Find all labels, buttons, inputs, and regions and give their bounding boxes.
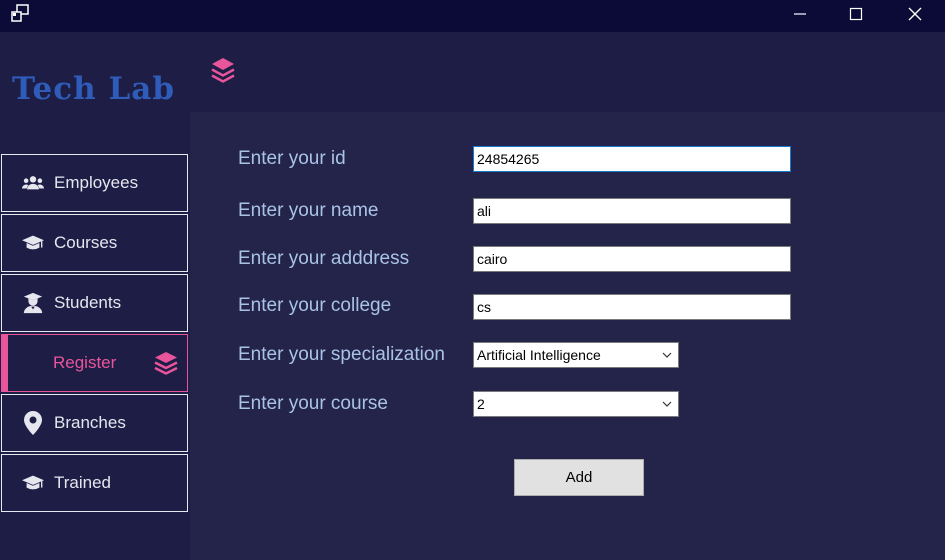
address-label: Enter your adddress (238, 248, 410, 269)
close-icon (908, 7, 922, 21)
college-input[interactable] (473, 294, 791, 320)
graduation-cap-icon (22, 472, 44, 494)
logo: Tech Lab (12, 71, 175, 107)
sidebar-item-label: Register (53, 353, 117, 372)
layers-icon (154, 352, 178, 375)
specialization-label: Enter your specialization (238, 344, 445, 365)
maximize-icon (849, 7, 863, 21)
app-icon (11, 4, 29, 22)
sidebar-item-label: Courses (54, 233, 118, 252)
layers-icon (211, 58, 235, 83)
id-label: Enter your id (238, 148, 346, 169)
course-label: Enter your course (238, 393, 388, 414)
sidebar-item-label: Students (54, 293, 122, 312)
title-bar (0, 0, 945, 32)
chevron-down-icon (662, 401, 672, 407)
location-pin-icon (22, 411, 44, 435)
graduation-cap-icon (22, 232, 44, 254)
header (190, 32, 945, 112)
close-button[interactable] (885, 0, 945, 28)
id-input[interactable] (473, 146, 791, 172)
sidebar-item-register[interactable]: Register (1, 334, 188, 392)
sidebar-item-students[interactable]: Students (1, 274, 188, 332)
specialization-select[interactable]: Artificial Intelligence (473, 342, 679, 368)
sidebar-item-trained[interactable]: Trained (1, 454, 188, 512)
sidebar-item-courses[interactable]: Courses (1, 214, 188, 272)
course-value: 2 (477, 396, 485, 412)
specialization-value: Artificial Intelligence (477, 347, 601, 363)
student-icon (22, 292, 44, 314)
users-icon (22, 172, 44, 194)
active-indicator (2, 335, 8, 391)
minimize-icon (794, 13, 806, 15)
college-label: Enter your college (238, 295, 392, 316)
chevron-down-icon (662, 352, 672, 358)
sidebar-item-label: Trained (54, 473, 112, 492)
add-button[interactable]: Add (514, 459, 644, 496)
name-label: Enter your name (238, 200, 379, 221)
sidebar-item-label: Branches (54, 413, 126, 432)
minimize-button[interactable] (770, 0, 830, 28)
address-input[interactable] (473, 246, 791, 272)
maximize-button[interactable] (826, 0, 886, 28)
sidebar-item-label: Employees (54, 173, 139, 192)
sidebar-item-branches[interactable]: Branches (1, 394, 188, 452)
name-input[interactable] (473, 198, 791, 224)
sidebar-item-employees[interactable]: Employees (1, 154, 188, 212)
course-select[interactable]: 2 (473, 391, 679, 417)
